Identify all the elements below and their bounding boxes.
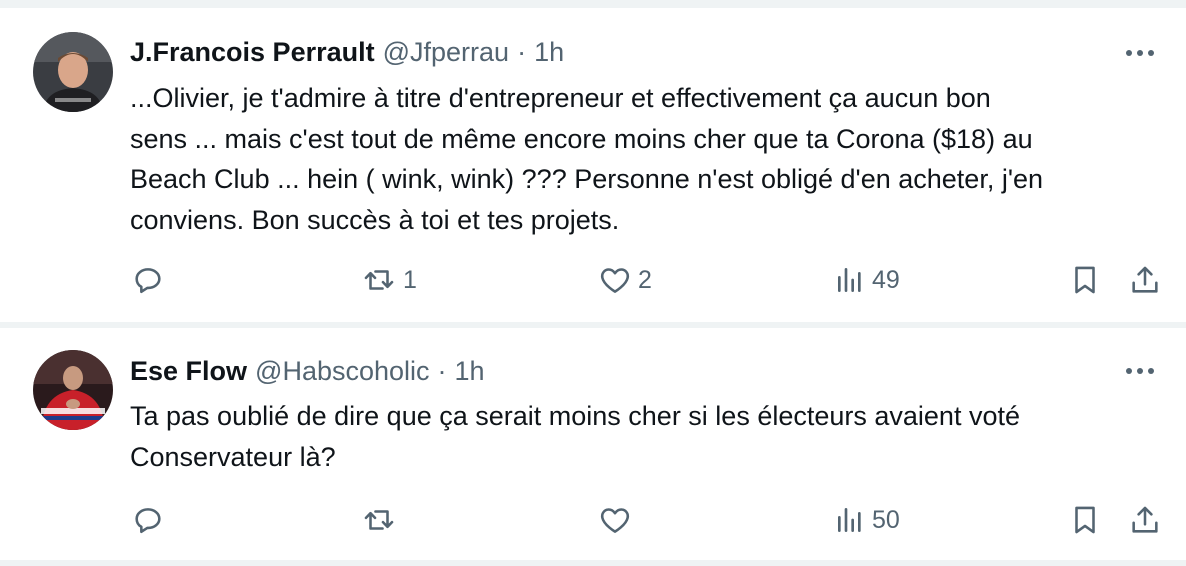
views-button[interactable]: 50 [834, 500, 900, 540]
timestamp[interactable]: 1h [534, 37, 564, 68]
author-handle[interactable]: @Habscoholic [255, 356, 430, 387]
bookmark-icon [1075, 266, 1095, 294]
action-bar: 50 [0, 500, 1186, 540]
bookmark-button[interactable] [1068, 260, 1102, 300]
bookmark-button[interactable] [1068, 500, 1102, 540]
reply-button[interactable] [131, 500, 171, 540]
reply-feed: J.Francois Perrault @Jfperrau · 1h ...Ol… [0, 0, 1186, 566]
view-count: 49 [872, 265, 900, 294]
tweet-text-line: Conservateur là? [130, 441, 336, 472]
views-icon [838, 268, 861, 292]
timestamp[interactable]: 1h [455, 356, 485, 387]
avatar[interactable] [33, 32, 113, 112]
bookmark-icon [1075, 506, 1095, 534]
reply-icon [135, 268, 161, 294]
heart-icon [600, 508, 630, 533]
more-icon [1126, 368, 1154, 374]
share-button[interactable] [1128, 260, 1162, 300]
retweet-icon [364, 510, 394, 530]
tweet-text-line: conviens. Bon succès à toi et tes projet… [130, 204, 620, 235]
retweet-button[interactable]: 1 [361, 260, 417, 300]
avatar[interactable] [33, 350, 113, 430]
reply-button[interactable] [131, 260, 171, 300]
retweet-icon [364, 270, 394, 290]
author-name[interactable]: J.Francois Perrault [130, 37, 375, 68]
more-button[interactable] [1120, 356, 1160, 386]
action-bar: 1 2 49 [0, 260, 1186, 300]
share-button[interactable] [1128, 500, 1162, 540]
tweet-text-line: ...Olivier, je t'admire à titre d'entrep… [130, 83, 991, 113]
like-count: 2 [638, 265, 652, 294]
views-icon [838, 508, 861, 532]
tweet[interactable]: Ese Flow @Habscoholic · 1h Ta pas oublié… [0, 328, 1186, 560]
views-button[interactable]: 49 [834, 260, 900, 300]
separator-dot: · [437, 355, 447, 386]
divider [0, 560, 1186, 566]
tweet-header: Ese Flow @Habscoholic · 1h [130, 354, 485, 388]
divider [0, 0, 1186, 8]
separator-dot: · [517, 36, 527, 67]
more-icon [1126, 50, 1154, 56]
retweet-count: 1 [403, 265, 417, 294]
view-count: 50 [872, 505, 900, 534]
tweet-text: ...Olivier, je t'admire à titre d'entrep… [130, 78, 1160, 240]
tweet[interactable]: J.Francois Perrault @Jfperrau · 1h ...Ol… [0, 8, 1186, 322]
tweet-text-line: sens ... mais c'est tout de même encore … [130, 123, 1033, 154]
tweet-header: J.Francois Perrault @Jfperrau · 1h [130, 35, 564, 69]
share-icon [1132, 506, 1158, 533]
like-button[interactable] [598, 500, 638, 540]
author-handle[interactable]: @Jfperrau [383, 37, 509, 68]
tweet-text-line: Beach Club ... hein ( wink, wink) ??? Pe… [130, 164, 1044, 194]
heart-icon [600, 268, 630, 293]
like-button[interactable]: 2 [598, 260, 652, 300]
more-button[interactable] [1120, 38, 1160, 68]
reply-icon [135, 508, 161, 534]
share-icon [1132, 266, 1158, 293]
retweet-button[interactable] [361, 500, 403, 540]
tweet-text: Ta pas oublié de dire que ça serait moin… [130, 396, 1160, 477]
tweet-text-line: Ta pas oublié de dire que ça serait moin… [130, 401, 1020, 431]
author-name[interactable]: Ese Flow [130, 356, 247, 387]
